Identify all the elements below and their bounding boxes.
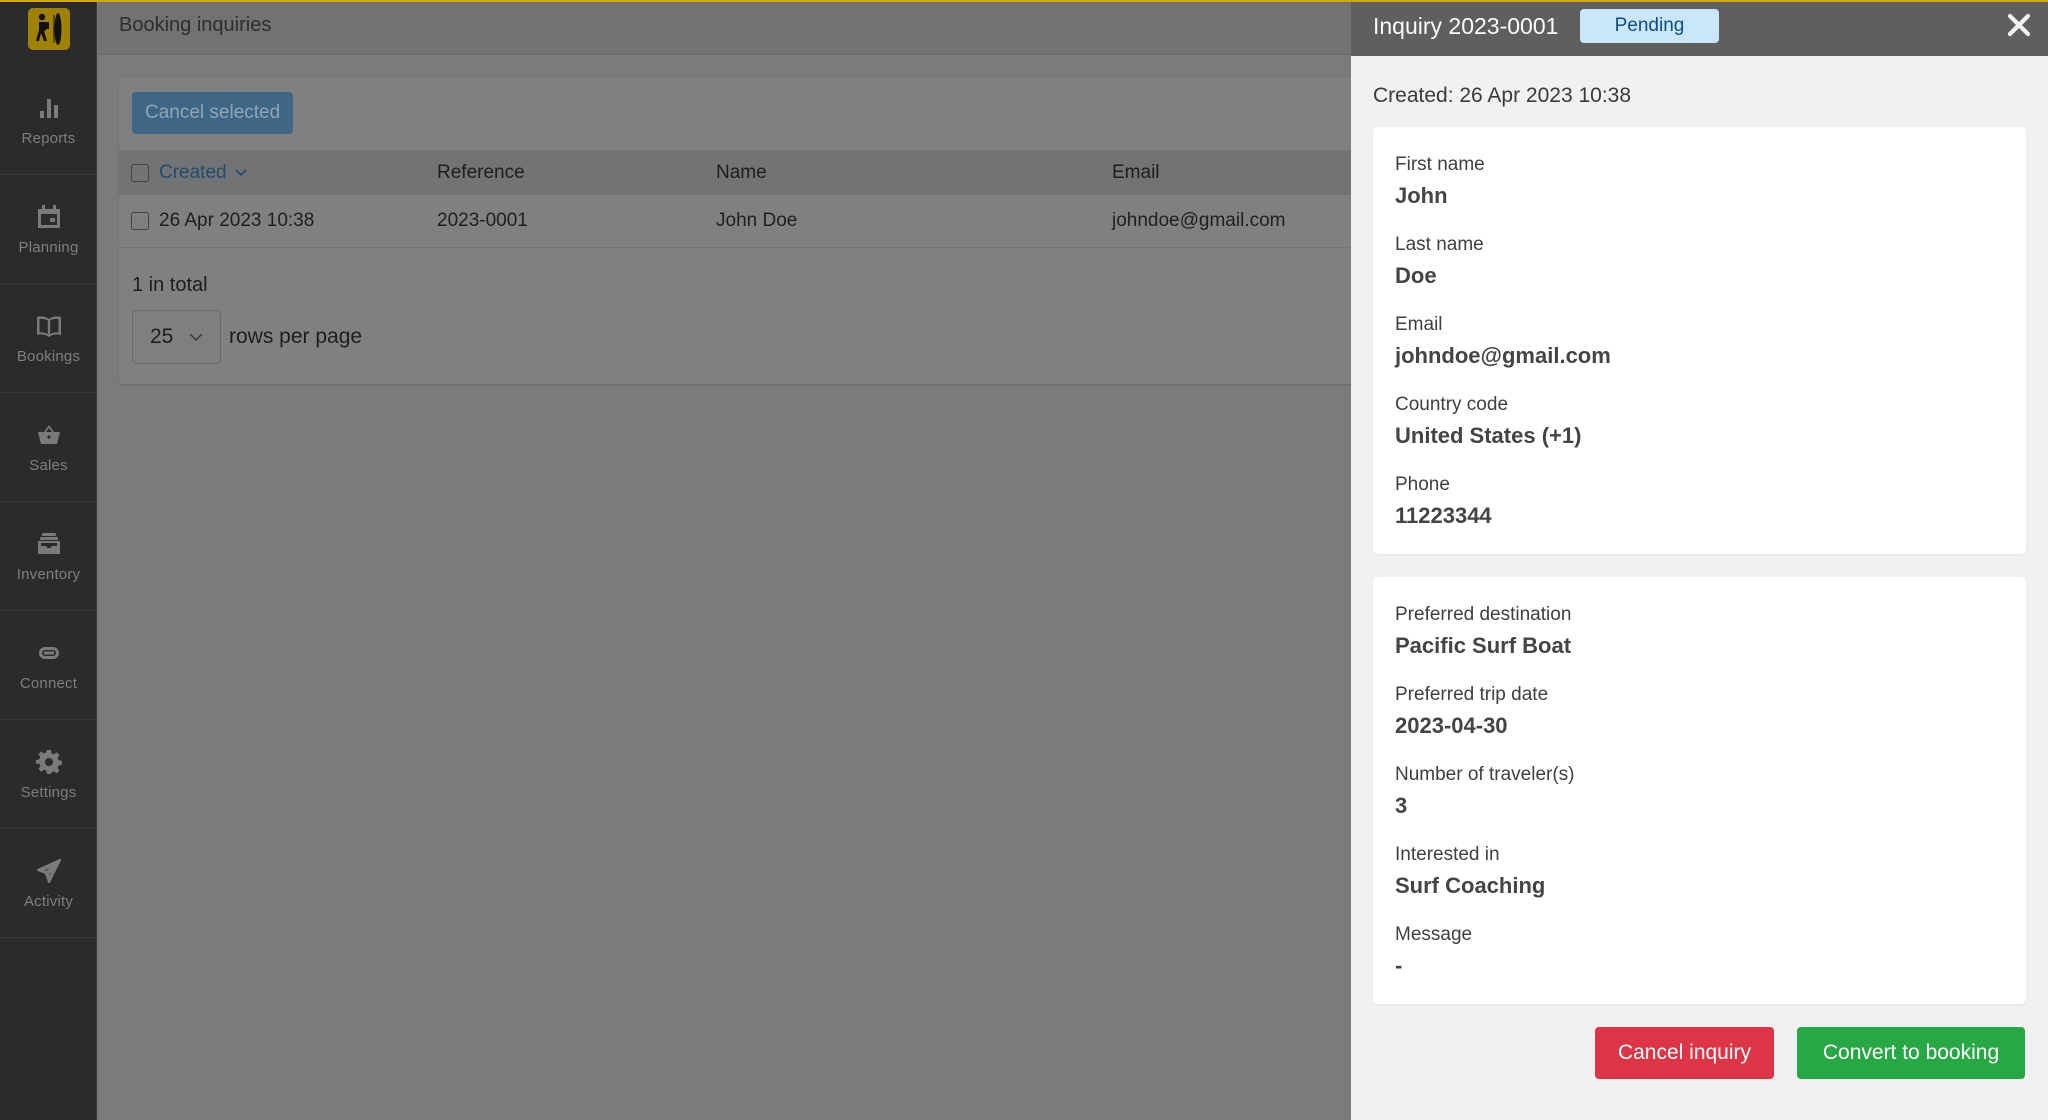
created-timestamp: Created: 26 Apr 2023 10:38 bbox=[1373, 84, 1632, 107]
table-row[interactable]: 26 Apr 2023 10:38 2023-0001 John Doe joh… bbox=[119, 195, 1519, 248]
bar-chart-icon bbox=[39, 98, 58, 118]
field-label: Phone bbox=[1395, 474, 1450, 495]
field-value: 11223344 bbox=[1395, 503, 1492, 528]
column-header-reference[interactable]: Reference bbox=[437, 150, 525, 195]
cell-reference: 2023-0001 bbox=[437, 210, 528, 231]
field-number-of-travelers: Number of traveler(s) 3 bbox=[1395, 763, 2004, 821]
page-title: Booking inquiries bbox=[119, 14, 272, 36]
hiker-surfboard-logo-icon bbox=[36, 13, 62, 45]
inquiry-detail-panel: Inquiry 2023-0001 Pending Created: 26 Ap… bbox=[1351, 0, 2048, 1120]
row-checkbox[interactable] bbox=[131, 212, 149, 230]
field-email: Email johndoe@gmail.com bbox=[1395, 313, 2004, 371]
rows-per-page-select[interactable]: 25 bbox=[132, 310, 221, 364]
field-label: Country code bbox=[1395, 394, 1509, 415]
sidebar-item-label: Reports bbox=[21, 129, 76, 147]
sidebar-item-sales[interactable]: Sales bbox=[0, 393, 97, 502]
field-interested-in: Interested in Surf Coaching bbox=[1395, 843, 2004, 901]
chevron-down-icon bbox=[189, 332, 203, 341]
row-checkbox-cell bbox=[131, 195, 149, 247]
sidebar-item-label: Activity bbox=[23, 892, 74, 910]
field-value: 3 bbox=[1395, 793, 1408, 818]
panel-header: Inquiry 2023-0001 Pending bbox=[1351, 0, 2048, 56]
field-message: Message - bbox=[1395, 923, 2004, 981]
column-header-label: Created bbox=[159, 161, 227, 183]
trip-info-card: Preferred destination Pacific Surf Boat … bbox=[1373, 577, 2026, 1004]
column-header-created[interactable]: Created bbox=[159, 150, 247, 195]
cell-created: 26 Apr 2023 10:38 bbox=[159, 210, 315, 231]
field-label: Number of traveler(s) bbox=[1395, 764, 1575, 785]
field-label: Preferred destination bbox=[1395, 604, 1572, 625]
sidebar-item-label: Settings bbox=[20, 783, 77, 801]
sidebar: Reports Planning Bookings Sales Inventor… bbox=[0, 0, 97, 1120]
rows-per-page-value: 25 bbox=[150, 325, 174, 348]
sidebar-item-label: Planning bbox=[18, 238, 79, 256]
table-header: Created Reference Name Email bbox=[119, 150, 1519, 195]
inbox-tray-icon bbox=[37, 532, 60, 554]
panel-title: Inquiry 2023-0001 bbox=[1373, 13, 1559, 39]
field-value: Pacific Surf Boat bbox=[1395, 633, 1572, 658]
close-icon[interactable] bbox=[2006, 12, 2032, 38]
book-icon bbox=[36, 315, 61, 337]
gear-icon bbox=[35, 749, 62, 774]
sidebar-item-label: Sales bbox=[29, 456, 68, 474]
field-label: Message bbox=[1395, 924, 1473, 945]
field-label: First name bbox=[1395, 154, 1485, 175]
field-label: Interested in bbox=[1395, 844, 1500, 865]
field-country-code: Country code United States (+1) bbox=[1395, 393, 2004, 451]
column-header-email[interactable]: Email bbox=[1112, 150, 1160, 195]
sidebar-item-label: Inventory bbox=[16, 565, 81, 583]
field-last-name: Last name Doe bbox=[1395, 233, 2004, 291]
select-all-checkbox[interactable] bbox=[131, 163, 149, 182]
calendar-icon bbox=[37, 204, 60, 228]
sidebar-item-inventory[interactable]: Inventory bbox=[0, 502, 97, 611]
cell-name: John Doe bbox=[716, 210, 798, 231]
field-preferred-trip-date: Preferred trip date 2023-04-30 bbox=[1395, 683, 2004, 741]
link-icon bbox=[38, 646, 59, 659]
basket-icon bbox=[37, 424, 60, 444]
field-value: 2023-04-30 bbox=[1395, 713, 1508, 738]
chevron-down-icon bbox=[235, 168, 247, 176]
field-phone: Phone 11223344 bbox=[1395, 473, 2004, 531]
cell-email: johndoe@gmail.com bbox=[1112, 210, 1286, 231]
sidebar-item-activity[interactable]: Activity bbox=[0, 829, 97, 938]
sidebar-item-reports[interactable]: Reports bbox=[0, 66, 97, 175]
sidebar-item-label: Connect bbox=[19, 674, 78, 692]
sidebar-item-settings[interactable]: Settings bbox=[0, 720, 97, 829]
field-label: Preferred trip date bbox=[1395, 684, 1549, 705]
field-preferred-destination: Preferred destination Pacific Surf Boat bbox=[1395, 603, 2004, 661]
column-header-name[interactable]: Name bbox=[716, 150, 767, 195]
field-first-name: First name John bbox=[1395, 153, 2004, 211]
field-value: John bbox=[1395, 183, 1448, 208]
panel-actions: Cancel inquiry Convert to booking bbox=[1595, 1027, 2025, 1079]
field-label: Email bbox=[1395, 314, 1443, 335]
select-all-checkbox-cell bbox=[131, 150, 149, 195]
convert-to-booking-button[interactable]: Convert to booking bbox=[1797, 1027, 2025, 1079]
rows-per-page-label: rows per page bbox=[229, 325, 363, 348]
sidebar-item-connect[interactable]: Connect bbox=[0, 611, 97, 720]
sidebar-item-planning[interactable]: Planning bbox=[0, 175, 97, 284]
pagination: 25 rows per page bbox=[132, 310, 362, 364]
cancel-inquiry-button[interactable]: Cancel inquiry bbox=[1595, 1027, 1774, 1079]
field-value: United States (+1) bbox=[1395, 423, 1582, 448]
inquiries-card: Cancel selected Created Reference Name E… bbox=[119, 78, 1519, 384]
field-value: - bbox=[1395, 953, 1403, 978]
cancel-selected-button[interactable]: Cancel selected bbox=[132, 92, 294, 134]
field-label: Last name bbox=[1395, 234, 1484, 255]
field-value: johndoe@gmail.com bbox=[1395, 343, 1611, 368]
contact-info-card: First name John Last name Doe Email john… bbox=[1373, 127, 2026, 554]
field-value: Doe bbox=[1395, 263, 1437, 288]
sidebar-item-label: Bookings bbox=[16, 347, 81, 365]
paper-plane-icon bbox=[36, 858, 61, 883]
total-count: 1 in total bbox=[132, 274, 208, 296]
sidebar-item-bookings[interactable]: Bookings bbox=[0, 284, 97, 393]
field-value: Surf Coaching bbox=[1395, 873, 1546, 898]
window-top-border bbox=[0, 0, 2048, 2]
status-badge: Pending bbox=[1580, 9, 1719, 43]
app-logo[interactable] bbox=[28, 8, 70, 50]
